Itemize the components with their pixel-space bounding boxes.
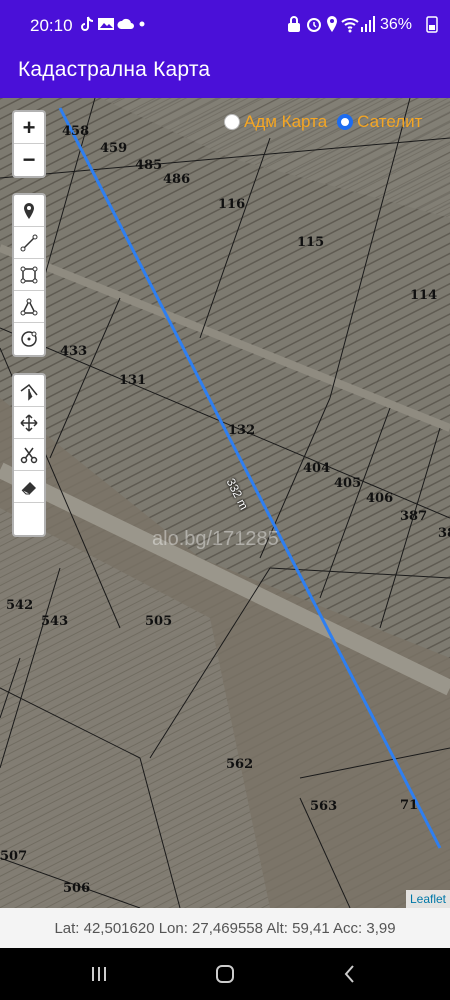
home-icon[interactable] <box>213 962 237 986</box>
parcel-label: 542 <box>6 598 34 613</box>
status-time: 20:10 <box>30 16 73 35</box>
draw-toolbar <box>12 193 46 357</box>
cloud-icon <box>117 18 134 29</box>
draw-marker-button[interactable] <box>14 195 44 227</box>
dot-icon <box>139 21 145 27</box>
watermark: alo.bg/171285 <box>152 528 279 550</box>
draw-rectangle-button[interactable] <box>14 259 44 291</box>
parcel-label: 543 <box>41 614 69 629</box>
erase-button[interactable] <box>14 471 44 503</box>
parcel-label: 507 <box>0 849 28 864</box>
scissors-icon <box>20 447 38 463</box>
status-bar: 20:10 36% <box>0 0 450 48</box>
layer-label-satellite: Сателит <box>357 112 423 131</box>
layer-option-adm[interactable]: Адм Карта <box>224 112 327 132</box>
system-nav-bar <box>0 948 450 1000</box>
parcel-label: 38 <box>438 526 450 541</box>
parcel-label: 115 <box>297 235 325 250</box>
coordinates-text: Lat: 42,501620 Lon: 27,469558 Alt: 59,41… <box>54 919 396 937</box>
move-icon <box>20 413 38 432</box>
draw-polygon-button[interactable] <box>14 291 44 323</box>
radio-adm-map[interactable] <box>224 114 240 130</box>
eraser-icon <box>21 481 36 494</box>
parcel-label: 405 <box>334 476 362 491</box>
parcel-label: 505 <box>145 614 173 629</box>
polyline-icon <box>20 234 38 251</box>
tiktok-icon <box>81 16 94 31</box>
parcel-label: 485 <box>135 158 163 173</box>
zoom-in-button[interactable]: + <box>14 112 44 144</box>
lock-icon <box>288 16 300 32</box>
draw-polyline-button[interactable] <box>14 227 44 259</box>
parcel-label: 433 <box>60 344 88 359</box>
parcel-label: 506 <box>63 881 91 896</box>
radio-satellite[interactable] <box>337 114 354 130</box>
app-bar: Кадастрална Карта <box>0 48 450 98</box>
draw-circle-button[interactable] <box>14 323 44 355</box>
layer-switch: Адм Карта Сателит <box>224 112 428 132</box>
location-icon <box>327 16 337 32</box>
parcel-label: 132 <box>228 423 256 438</box>
zoom-out-button[interactable]: − <box>14 144 44 176</box>
parcel-label: 404 <box>303 461 331 476</box>
edit-toolbar <box>12 373 46 537</box>
battery-icon <box>426 16 438 33</box>
parcel-label: 387 <box>400 509 428 524</box>
gallery-icon <box>98 18 114 30</box>
map-view[interactable]: 458 459 485 486 116 115 114 433 131 132 … <box>0 98 450 908</box>
signal-icon <box>361 16 375 32</box>
coordinates-bar: Lat: 42,501620 Lon: 27,469558 Alt: 59,41… <box>0 908 450 948</box>
parcel-label: 458 <box>62 124 90 139</box>
marker-icon <box>24 202 34 219</box>
parcel-label: 459 <box>100 141 128 156</box>
app-title: Кадастрална Карта <box>18 58 211 81</box>
circle-icon <box>21 331 37 347</box>
parcel-label: 563 <box>310 799 338 814</box>
parcel-label: 562 <box>226 757 254 772</box>
parcel-label: 131 <box>119 373 147 388</box>
parcel-label: 486 <box>163 172 191 187</box>
wifi-icon <box>341 18 359 33</box>
alarm-icon <box>307 18 321 32</box>
back-icon[interactable] <box>338 962 362 986</box>
parcel-label: 71 <box>400 798 419 813</box>
cut-button[interactable] <box>14 439 44 471</box>
polygon-icon <box>20 298 38 315</box>
parcel-label: 114 <box>410 288 438 303</box>
layer-option-satellite[interactable]: Сателит <box>337 112 422 132</box>
layer-label-adm: Адм Карта <box>244 112 328 131</box>
cut-line-icon <box>20 383 38 401</box>
leaflet-attribution[interactable]: Leaflet <box>405 890 450 908</box>
move-button[interactable] <box>14 407 44 439</box>
edit-toolbar-spacer <box>14 503 44 535</box>
rectangle-icon <box>20 266 38 283</box>
parcel-label: 406 <box>366 491 394 506</box>
cut-line-button[interactable] <box>14 375 44 407</box>
zoom-control: + − <box>12 110 46 178</box>
parcel-label: 116 <box>218 197 246 212</box>
battery-percent: 36% <box>380 16 413 33</box>
recent-apps-icon[interactable] <box>87 962 111 986</box>
